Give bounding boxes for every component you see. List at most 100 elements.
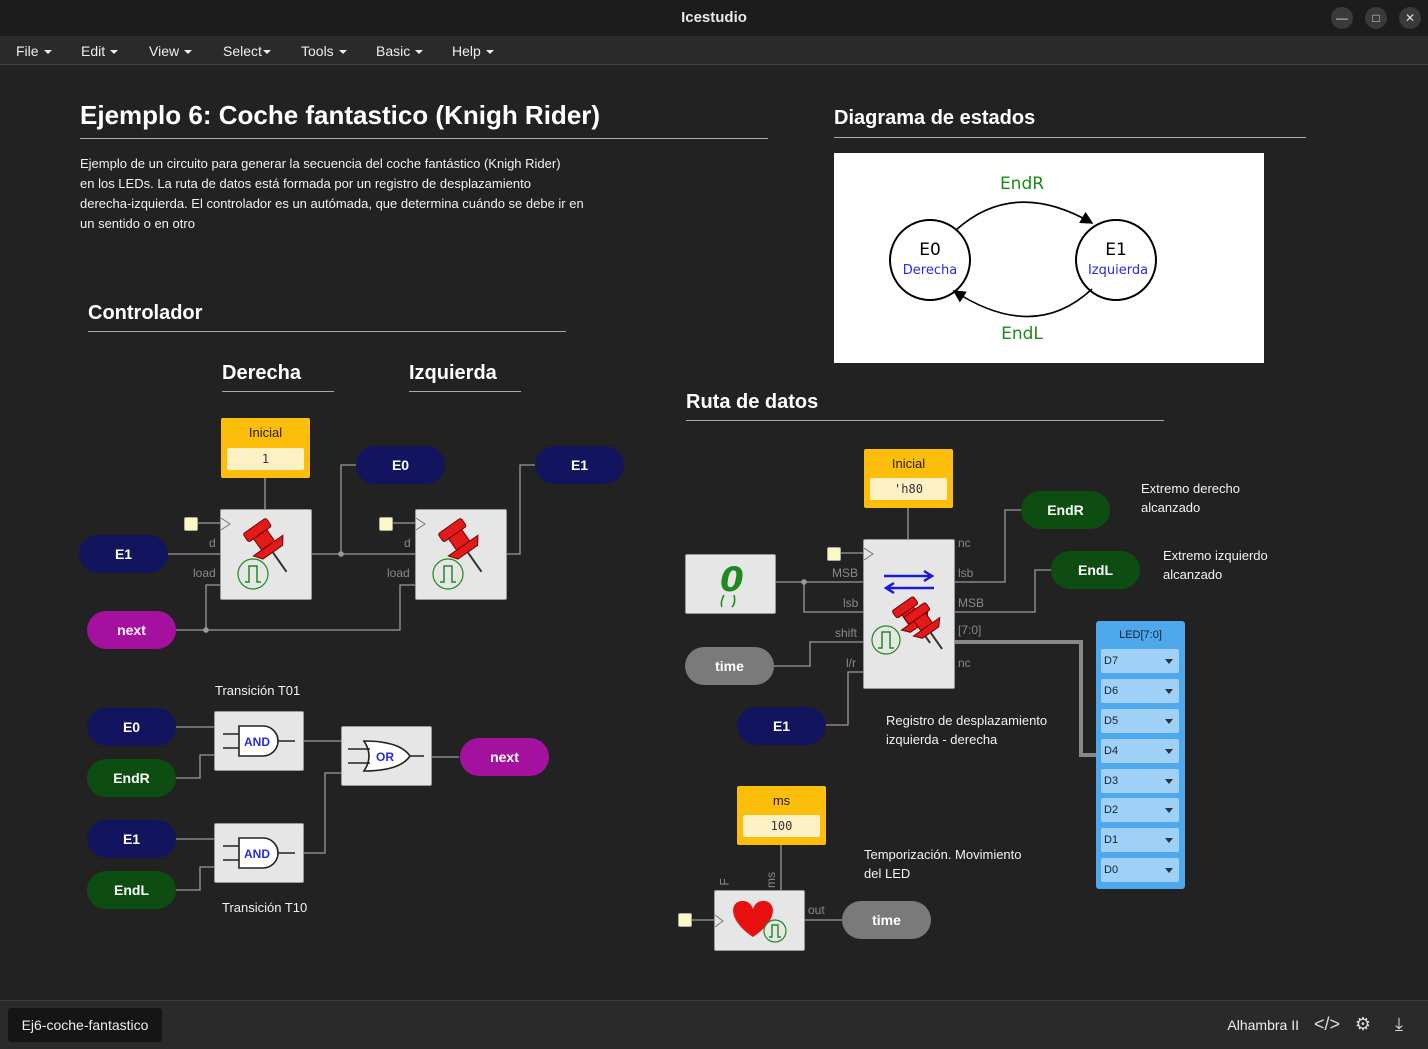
led-pin-label: D6 [1104, 685, 1119, 697]
build-gear-icon[interactable]: ⚙ [1350, 1011, 1376, 1037]
port-label: load [387, 566, 410, 580]
chevron-down-icon [1165, 779, 1173, 784]
constant-ms[interactable]: ms 100 [737, 786, 826, 845]
port-label: load [193, 566, 216, 580]
constant-value[interactable]: 1 [227, 448, 304, 470]
constant-label: Inicial [891, 456, 926, 471]
maximize-button[interactable]: □ [1365, 7, 1387, 29]
led-pin-select[interactable]: D6 [1101, 679, 1179, 703]
status-bar: Ej6-coche-fantastico Alhambra II </> ⚙ ⤓ [0, 1000, 1428, 1049]
menu-select[interactable]: Select [223, 43, 271, 59]
led-pin-label: D4 [1104, 745, 1119, 757]
clock-input[interactable] [379, 517, 393, 531]
flipflop-izquierda[interactable] [415, 509, 507, 600]
chevron-down-icon [43, 50, 52, 55]
output-endr[interactable]: EndR [1021, 491, 1110, 529]
port-label: shift [835, 626, 858, 640]
datapath-heading: Ruta de datos [686, 391, 819, 413]
heartbeat-timer[interactable] [714, 890, 805, 951]
led-pin-select[interactable]: D2 [1101, 798, 1179, 822]
flipflop-derecha[interactable] [220, 509, 312, 600]
menu-file[interactable]: File [16, 43, 52, 59]
input-e1[interactable]: E1 [79, 535, 168, 573]
led-pin-select[interactable]: D0 [1101, 858, 1179, 882]
chevron-down-icon [1165, 749, 1173, 754]
led-pin-select[interactable]: D3 [1101, 769, 1179, 793]
note-timer: del LED [864, 866, 911, 881]
led-pin-select[interactable]: D7 [1101, 649, 1179, 673]
constant-value[interactable]: 100 [743, 815, 820, 837]
constant-label: ms [772, 793, 791, 808]
and-gate-t01[interactable]: AND [214, 711, 304, 771]
port-label: MSB [958, 596, 985, 610]
chevron-down-icon [338, 50, 347, 55]
led-pin-select[interactable]: D4 [1101, 739, 1179, 763]
izquierda-rule [409, 391, 521, 392]
datapath-rule [686, 420, 1164, 421]
output-time[interactable]: time [842, 901, 931, 939]
zero-glyph: 0 [720, 560, 744, 600]
verify-code-icon[interactable]: </> [1314, 1011, 1340, 1037]
design-canvas[interactable]: Ejemplo 6: Coche fantastico (Knigh Rider… [0, 65, 1428, 1000]
port-label: lsb [843, 596, 859, 610]
led-pin-select[interactable]: D5 [1101, 709, 1179, 733]
led-output-block[interactable]: LED[7:0] D7 D6 D5 D4 D3 D2 D1 D0 [1096, 621, 1185, 889]
chevron-down-icon [110, 50, 119, 55]
controller-rule [88, 331, 566, 332]
constant-inicial-h80[interactable]: Inicial 'h80 [864, 449, 953, 508]
port-label: d [404, 536, 411, 550]
chevron-down-icon [262, 50, 271, 55]
led-pin-select[interactable]: D1 [1101, 828, 1179, 852]
port-label: nc [958, 536, 971, 550]
description-line: en los LEDs. La ruta de datos está forma… [80, 176, 531, 191]
port-label: F [717, 878, 732, 886]
output-e0[interactable]: E0 [356, 446, 445, 484]
menu-label: View [149, 43, 180, 59]
menu-label: Tools [301, 43, 334, 59]
output-e1[interactable]: E1 [535, 446, 624, 484]
constant-value[interactable]: 'h80 [870, 478, 947, 500]
constant-zero[interactable]: 0 [685, 554, 776, 614]
or-gate[interactable]: OR [341, 726, 432, 786]
output-endl[interactable]: EndL [1051, 551, 1140, 589]
input-e1[interactable]: E1 [737, 707, 826, 745]
menu-help[interactable]: Help [452, 43, 494, 59]
input-e0[interactable]: E0 [87, 708, 176, 746]
close-button[interactable]: ✕ [1399, 7, 1421, 29]
input-next[interactable]: next [87, 611, 176, 649]
upload-download-icon[interactable]: ⤓ [1386, 1011, 1412, 1037]
transition-t10-label: Transición T10 [222, 900, 308, 915]
menu-view[interactable]: View [149, 43, 193, 59]
led-pin-label: D0 [1104, 864, 1119, 876]
file-tab[interactable]: Ej6-coche-fantastico [8, 1008, 162, 1042]
port-label: out [808, 903, 825, 917]
page-title: Ejemplo 6: Coche fantastico (Knigh Rider… [80, 100, 601, 130]
shift-register[interactable] [863, 539, 955, 689]
input-e1[interactable]: E1 [87, 820, 176, 858]
output-next[interactable]: next [460, 738, 549, 776]
board-name[interactable]: Alhambra II [1227, 1017, 1299, 1033]
fsm-e0-name: E0 [919, 240, 941, 260]
input-endr[interactable]: EndR [87, 759, 176, 797]
derecha-heading: Derecha [222, 362, 301, 384]
shift-register-icon [863, 547, 943, 655]
input-endl[interactable]: EndL [87, 871, 176, 909]
menu-tools[interactable]: Tools [301, 43, 347, 59]
clock-input[interactable] [827, 547, 841, 561]
gate-label: AND [244, 847, 270, 861]
chevron-down-icon [184, 50, 193, 55]
clock-input[interactable] [184, 517, 198, 531]
constant-inicial[interactable]: Inicial 1 [221, 418, 310, 478]
and-gate-t10[interactable]: AND [214, 823, 304, 883]
note-endr: alcanzado [1141, 500, 1201, 515]
port-label: l/r [846, 656, 856, 670]
menu-basic[interactable]: Basic [376, 43, 424, 59]
window-title: Icestudio [681, 9, 747, 26]
clock-input[interactable] [678, 913, 692, 927]
chevron-down-icon [1165, 719, 1173, 724]
minimize-button[interactable]: — [1331, 7, 1353, 29]
menu-bar: File Edit View Select Tools Basic Help [0, 36, 1428, 65]
menu-edit[interactable]: Edit [81, 43, 119, 59]
chevron-down-icon [1165, 689, 1173, 694]
input-time[interactable]: time [685, 647, 774, 685]
